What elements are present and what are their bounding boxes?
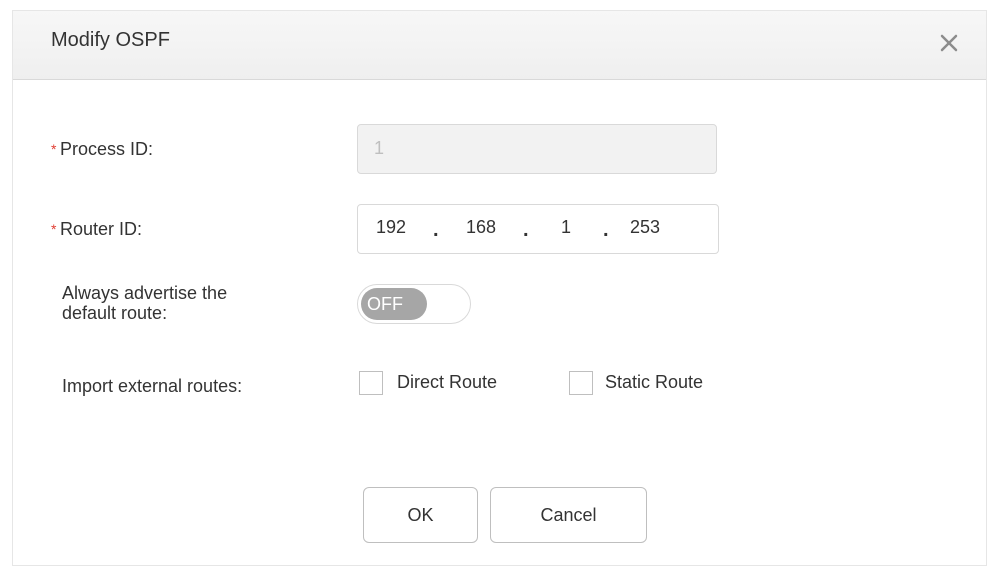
modify-ospf-dialog: Modify OSPF * Process ID: 1 * Router ID:… [12,10,987,566]
dialog-title: Modify OSPF [51,29,170,51]
default-route-label: Always advertise the default route: [62,283,227,323]
router-id-input[interactable]: 192 . 168 . 1 . 253 [357,204,719,254]
default-route-toggle[interactable]: OFF [357,284,471,324]
process-id-label: * Process ID: [51,139,154,159]
process-id-value: 1 [374,138,385,158]
static-route-checkbox[interactable] [569,371,593,395]
static-route-label[interactable]: Static Route [605,372,703,393]
cancel-button[interactable]: Cancel [490,487,647,543]
close-icon[interactable] [934,28,964,58]
router-id-dot-1: . [433,219,439,241]
router-id-octet-1[interactable]: 192 [376,217,406,238]
router-id-octet-2[interactable]: 168 [466,217,496,238]
required-mark: * [51,221,57,237]
required-mark: * [51,141,57,157]
ok-button[interactable]: OK [363,487,478,543]
router-id-octet-4[interactable]: 253 [630,217,660,238]
router-id-dot-2: . [523,219,529,241]
router-id-label: * Router ID: [51,219,143,239]
direct-route-checkbox[interactable] [359,371,383,395]
default-route-label-line2: default route: [62,303,168,323]
toggle-off-knob: OFF [361,288,427,320]
process-id-input[interactable]: 1 [357,124,717,174]
router-id-dot-3: . [603,219,609,241]
router-id-octet-3[interactable]: 1 [561,217,571,238]
router-id-label-text: Router ID: [60,219,143,239]
external-routes-label: Import external routes: [62,376,243,396]
dialog-header: Modify OSPF [13,11,986,80]
process-id-label-text: Process ID: [60,139,154,159]
default-route-label-line1: Always advertise the [62,283,228,303]
direct-route-label[interactable]: Direct Route [397,372,497,393]
